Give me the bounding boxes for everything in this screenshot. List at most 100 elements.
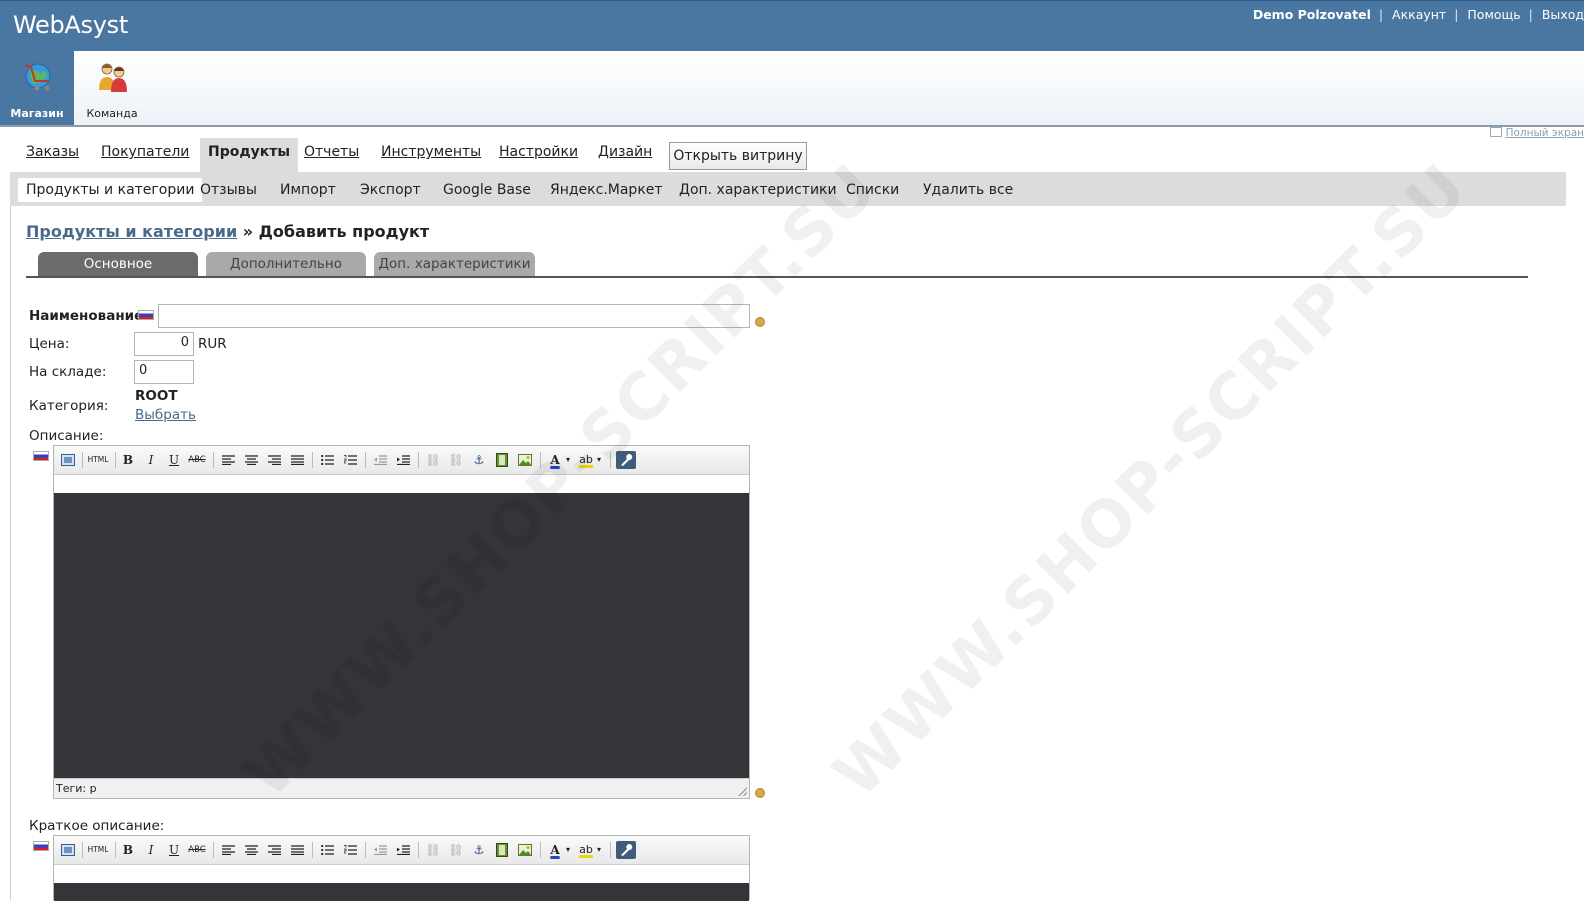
subtab-lists[interactable]: Списки xyxy=(846,178,899,202)
nav-separator: | xyxy=(1378,7,1384,22)
wrench-icon[interactable] xyxy=(616,841,636,859)
nav-separator: | xyxy=(1454,7,1459,22)
app-logo[interactable]: WebAsyst xyxy=(13,11,128,39)
tab-reports[interactable]: Отчеты xyxy=(304,138,359,172)
font-color-button[interactable]: A xyxy=(545,451,565,469)
numbered-list-icon[interactable] xyxy=(340,451,360,469)
media-icon[interactable] xyxy=(492,451,512,469)
app-team[interactable]: Команда xyxy=(75,51,149,125)
description-edit-area[interactable] xyxy=(54,493,749,778)
dropdown-arrow-icon[interactable]: ▾ xyxy=(594,451,604,469)
tab-products[interactable]: Продукты xyxy=(200,138,299,172)
tab-customers[interactable]: Покупатели xyxy=(101,138,189,172)
tab-settings[interactable]: Настройки xyxy=(499,138,578,172)
help-link[interactable]: Помощь xyxy=(1467,7,1520,22)
price-input[interactable]: 0 xyxy=(134,332,194,356)
align-justify-icon[interactable] xyxy=(287,841,307,859)
short-description-editor: HTML B I U ABC ⛓ ⛓ ⚓ A ▾ ab ▾ xyxy=(53,835,750,901)
breadcrumb-link[interactable]: Продукты и категории xyxy=(26,222,237,241)
dropdown-arrow-icon[interactable]: ▾ xyxy=(563,451,573,469)
app-team-label: Команда xyxy=(86,107,138,120)
toolbar-separator xyxy=(312,842,313,858)
numbered-list-icon[interactable] xyxy=(340,841,360,859)
description-editor: HTML B I U ABC ⛓ ⛓ ⚓ A ▾ ab ▾ Теги: p xyxy=(53,445,750,799)
align-justify-icon[interactable] xyxy=(287,451,307,469)
align-right-icon[interactable] xyxy=(264,451,284,469)
product-name-input[interactable] xyxy=(158,304,750,328)
name-label: Наименование: xyxy=(29,308,149,324)
link-icon[interactable]: ⛓ xyxy=(423,451,443,469)
hint-icon[interactable] xyxy=(755,788,765,798)
tab-tools[interactable]: Инструменты xyxy=(381,138,481,172)
account-link[interactable]: Аккаунт xyxy=(1392,7,1446,22)
outdent-icon[interactable] xyxy=(370,841,390,859)
toolbar-separator xyxy=(418,842,419,858)
dropdown-arrow-icon[interactable]: ▾ xyxy=(563,841,573,859)
edit-tab-additional[interactable]: Дополнительно xyxy=(206,252,366,276)
subtab-google-base[interactable]: Google Base xyxy=(443,178,531,202)
source-icon[interactable] xyxy=(58,451,78,469)
bullet-list-icon[interactable] xyxy=(317,841,337,859)
editor-toolbar: HTML B I U ABC ⛓ ⛓ ⚓ A ▾ ab ▾ xyxy=(54,836,749,865)
tab-orders[interactable]: Заказы xyxy=(26,138,79,172)
subtab-products-categories[interactable]: Продукты и категории xyxy=(18,178,203,202)
align-left-icon[interactable] xyxy=(218,841,238,859)
logout-link[interactable]: Выход xyxy=(1542,7,1584,22)
html-button[interactable]: HTML xyxy=(87,451,109,469)
unlink-icon[interactable]: ⛓ xyxy=(446,451,466,469)
underline-button[interactable]: U xyxy=(164,451,184,469)
align-left-icon[interactable] xyxy=(218,451,238,469)
short-description-edit-area[interactable] xyxy=(54,883,749,901)
nav-separator: | xyxy=(1528,7,1533,22)
bold-button[interactable]: B xyxy=(118,451,138,469)
underline-button[interactable]: U xyxy=(164,841,184,859)
subtab-delete-all[interactable]: Удалить все xyxy=(923,178,1013,202)
strikethrough-button[interactable]: ABC xyxy=(187,451,207,469)
highlight-button[interactable]: ab xyxy=(576,841,596,859)
edit-tab-basic[interactable]: Основное xyxy=(38,252,198,276)
source-icon[interactable] xyxy=(58,841,78,859)
resize-handle-icon[interactable] xyxy=(738,787,747,796)
align-center-icon[interactable] xyxy=(241,451,261,469)
user-name-link[interactable]: Demo Polzovatel xyxy=(1253,7,1371,22)
align-right-icon[interactable] xyxy=(264,841,284,859)
unlink-icon[interactable]: ⛓ xyxy=(446,841,466,859)
italic-button[interactable]: I xyxy=(141,841,161,859)
app-shop[interactable]: Магазин xyxy=(0,51,74,125)
image-icon[interactable] xyxy=(515,841,535,859)
media-icon[interactable] xyxy=(492,841,512,859)
subtab-reviews[interactable]: Отзывы xyxy=(200,178,257,202)
app-bar: Магазин Команда xyxy=(0,51,1584,127)
html-button[interactable]: HTML xyxy=(87,841,109,859)
subtab-export[interactable]: Экспорт xyxy=(360,178,421,202)
subtab-import[interactable]: Импорт xyxy=(280,178,336,202)
indent-icon[interactable] xyxy=(393,451,413,469)
anchor-icon[interactable]: ⚓ xyxy=(469,841,489,859)
image-icon[interactable] xyxy=(515,451,535,469)
edit-tab-extra-characteristics[interactable]: Доп. характеристики xyxy=(374,252,535,276)
font-color-button[interactable]: A xyxy=(545,841,565,859)
stock-input[interactable]: 0 xyxy=(134,360,194,384)
hint-icon[interactable] xyxy=(755,317,765,327)
flag-ru-icon xyxy=(33,451,49,461)
wrench-icon[interactable] xyxy=(616,451,636,469)
bold-button[interactable]: B xyxy=(118,841,138,859)
outdent-icon[interactable] xyxy=(370,451,390,469)
fullscreen-label: Полный экран xyxy=(1505,127,1584,139)
tab-design[interactable]: Дизайн xyxy=(598,138,652,172)
choose-category-link[interactable]: Выбрать xyxy=(135,407,196,423)
open-storefront-button[interactable]: Открыть витрину xyxy=(669,142,807,170)
dropdown-arrow-icon[interactable]: ▾ xyxy=(594,841,604,859)
bullet-list-icon[interactable] xyxy=(317,451,337,469)
highlight-button[interactable]: ab xyxy=(576,451,596,469)
fullscreen-link[interactable]: Полный экран xyxy=(1489,127,1584,139)
subtab-extra-characteristics[interactable]: Доп. характеристики xyxy=(679,178,837,202)
link-icon[interactable]: ⛓ xyxy=(423,841,443,859)
toolbar-separator xyxy=(365,842,366,858)
subtab-yandex-market[interactable]: Яндекс.Маркет xyxy=(550,178,663,202)
italic-button[interactable]: I xyxy=(141,451,161,469)
strikethrough-button[interactable]: ABC xyxy=(187,841,207,859)
align-center-icon[interactable] xyxy=(241,841,261,859)
indent-icon[interactable] xyxy=(393,841,413,859)
anchor-icon[interactable]: ⚓ xyxy=(469,451,489,469)
